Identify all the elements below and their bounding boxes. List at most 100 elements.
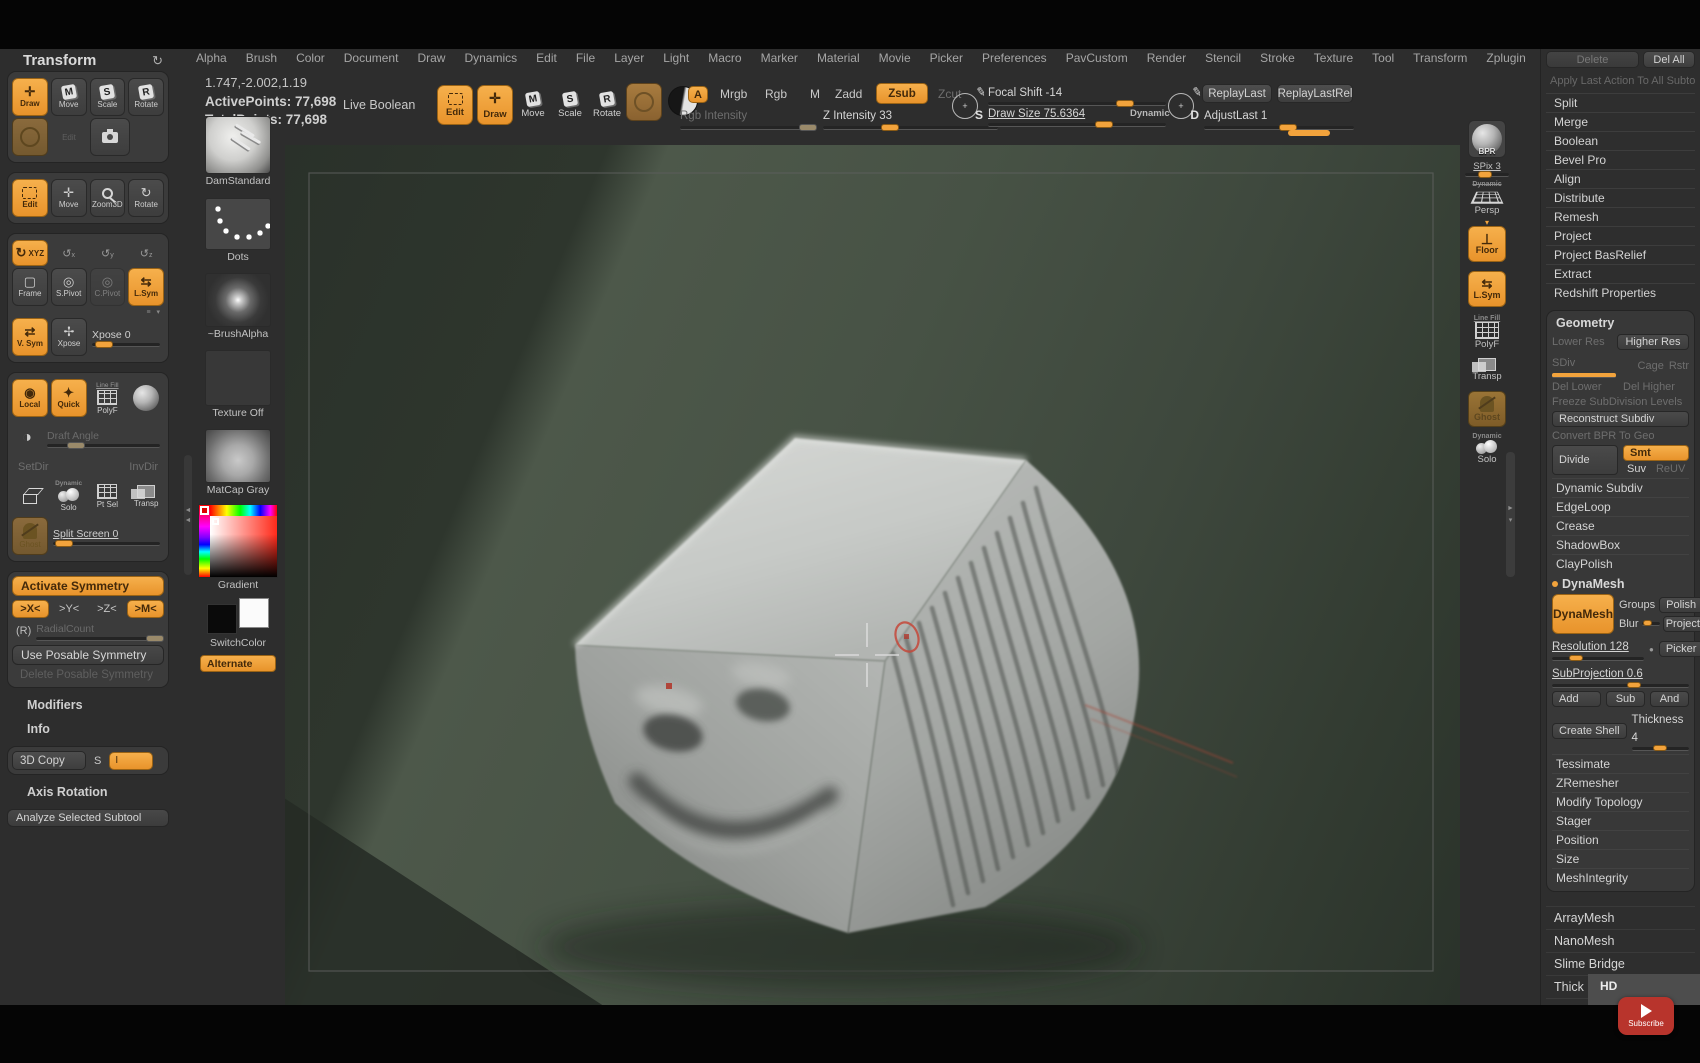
rotate-canvas-button[interactable]: ↻ Rotate [128, 179, 164, 217]
subsection-item[interactable]: Size [1552, 849, 1689, 868]
create-shell-button[interactable]: Create Shell [1552, 723, 1627, 739]
subsection-item[interactable]: Modify Topology [1552, 792, 1689, 811]
sculpted-cube[interactable] [575, 438, 1139, 933]
mrgb-toggle[interactable]: Mrgb [720, 87, 747, 101]
anchor-toggle[interactable]: A [688, 86, 708, 103]
hue-strip-horizontal[interactable] [210, 505, 277, 516]
rgb-intensity-slider[interactable]: Rgb Intensity [680, 106, 815, 130]
action-item[interactable]: Extract [1546, 264, 1695, 283]
subscribe-button[interactable]: Subscribe [1618, 997, 1674, 1035]
cube-display-button[interactable] [12, 477, 48, 515]
menu-item[interactable]: Picker [930, 51, 963, 65]
xpose-slider[interactable]: Xpose 0 [90, 327, 164, 347]
menu-item[interactable]: Stroke [1260, 51, 1295, 65]
analyze-selected-subtool-button[interactable]: Analyze Selected Subtool [7, 809, 169, 827]
primary-color-swatch[interactable] [207, 604, 237, 634]
scale-mode-button[interactable]: S Scale [90, 78, 126, 116]
action-item[interactable]: Distribute [1546, 188, 1695, 207]
menu-item[interactable]: Brush [246, 51, 277, 65]
sdiv-slider[interactable]: SDiv [1552, 353, 1633, 378]
del-all-button[interactable]: Del All [1643, 51, 1695, 68]
secondary-color-swatch[interactable] [239, 598, 269, 628]
set-pivot-button[interactable]: ◎ S.Pivot [51, 268, 87, 306]
stroke-selector[interactable] [205, 198, 271, 250]
project-button[interactable]: Project [1663, 616, 1700, 632]
scroll-left-icon[interactable]: ◄ [185, 517, 192, 524]
polyframe-button[interactable]: Line Fill PolyF [90, 379, 126, 417]
section-item[interactable]: Slime Bridge [1546, 952, 1695, 975]
zsub-toggle[interactable]: Zsub [876, 83, 928, 104]
menu-item[interactable]: Marker [761, 51, 798, 65]
setdir-button[interactable]: SetDir [18, 461, 126, 473]
polyframe-button[interactable]: Line Fill PolyF [1474, 315, 1500, 350]
texture-selector[interactable] [205, 350, 271, 406]
menu-item[interactable]: File [576, 51, 595, 65]
mini-options-icons[interactable]: ≡ ▾ [146, 308, 162, 316]
ghost-button[interactable]: Ghost [12, 517, 48, 555]
current-brush-button[interactable] [626, 83, 662, 121]
shelf-scrollbar[interactable]: ◄ ◄ [184, 455, 192, 575]
symmetry-x-button[interactable]: >X< [12, 600, 49, 618]
modifiers-header[interactable]: Modifiers [27, 698, 180, 712]
menu-item[interactable]: Dynamics [464, 51, 517, 65]
info-header[interactable]: Info [27, 722, 180, 736]
draft-analysis-button[interactable]: ◑ [12, 419, 42, 457]
higher-res-button[interactable]: Higher Res [1617, 334, 1689, 350]
alternate-button[interactable]: Alternate [200, 655, 276, 672]
action-item[interactable]: Align [1546, 169, 1695, 188]
m-toggle[interactable]: M [810, 87, 820, 101]
edit-object-button[interactable]: Edit [12, 179, 48, 217]
menu-item[interactable]: Light [663, 51, 689, 65]
rgb-toggle[interactable]: Rgb [765, 87, 787, 101]
blur-slider[interactable] [1642, 622, 1660, 626]
menu-item[interactable]: Color [296, 51, 325, 65]
action-item[interactable]: Split [1546, 93, 1695, 112]
move-mode-button[interactable]: M Move [51, 78, 87, 116]
radial-count-slider[interactable]: RadialCount [34, 621, 160, 641]
freeze-subdivision-button[interactable]: Freeze SubDivision Levels [1552, 396, 1682, 408]
action-item[interactable]: Project BasRelief [1546, 245, 1695, 264]
transparency-button[interactable]: Transp [128, 477, 164, 515]
frame-button[interactable]: ▢ Frame [12, 268, 48, 306]
viewport-canvas[interactable] [285, 145, 1460, 1005]
delete-posable-symmetry-button[interactable]: Delete Posable Symmetry [12, 665, 164, 683]
material-selector[interactable] [205, 429, 271, 483]
action-item[interactable]: Redshift Properties [1546, 283, 1695, 302]
subprojection-slider[interactable]: SubProjection 0.6 [1552, 664, 1689, 688]
view-symmetry-button[interactable]: ⇄ V. Sym [12, 318, 48, 356]
scroll-right-icon[interactable]: ► [1507, 505, 1514, 512]
menu-item[interactable]: Tool [1372, 51, 1394, 65]
reconstruct-subdiv-button[interactable]: Reconstruct Subdiv [1552, 411, 1689, 427]
symmetry-m-button[interactable]: >M< [127, 600, 164, 618]
thickness-slider[interactable]: Thickness 4 [1632, 710, 1689, 751]
spix-knob[interactable] [1478, 171, 1492, 178]
menu-item[interactable]: Stencil [1205, 51, 1241, 65]
subsection-item[interactable]: Stager [1552, 811, 1689, 830]
menu-item[interactable]: Render [1147, 51, 1186, 65]
groups-toggle[interactable]: Groups [1619, 599, 1655, 611]
brush-selector[interactable] [205, 116, 271, 174]
reuv-button[interactable]: ReUV [1656, 463, 1685, 475]
ghost-button[interactable]: Ghost [1468, 391, 1506, 427]
floor-grid-button[interactable]: ⊥ Floor [1468, 226, 1506, 262]
symmetry-y-button[interactable]: >Y< [52, 601, 87, 617]
perspective-button[interactable]: Dynamic Persp [1472, 181, 1501, 216]
menu-item[interactable]: Material [817, 51, 860, 65]
spix-slider[interactable]: SPix 3 [1465, 161, 1509, 177]
del-higher-button[interactable]: Del Higher [1623, 381, 1689, 393]
local-button[interactable]: ◉ Local [12, 379, 48, 417]
menu-item[interactable]: Macro [708, 51, 741, 65]
color-picker[interactable] [198, 504, 278, 578]
smt-toggle[interactable]: Smt [1623, 445, 1689, 461]
sdiv-bar[interactable] [1552, 373, 1616, 378]
section-item[interactable]: ArrayMesh [1546, 906, 1695, 929]
geometry-header[interactable]: Geometry [1556, 316, 1689, 330]
sub-button[interactable]: Sub [1606, 691, 1645, 707]
z-rotation-button[interactable]: ↺z [128, 247, 164, 260]
solo-button[interactable]: Dynamic Solo [1472, 433, 1501, 465]
radial-toggle[interactable]: (R) [16, 625, 31, 637]
axis-rotation-header[interactable]: Axis Rotation [27, 785, 180, 799]
menu-item[interactable]: PavCustom [1066, 51, 1128, 65]
switch-color-widget[interactable] [207, 598, 269, 636]
lower-res-button[interactable]: Lower Res [1552, 336, 1612, 348]
